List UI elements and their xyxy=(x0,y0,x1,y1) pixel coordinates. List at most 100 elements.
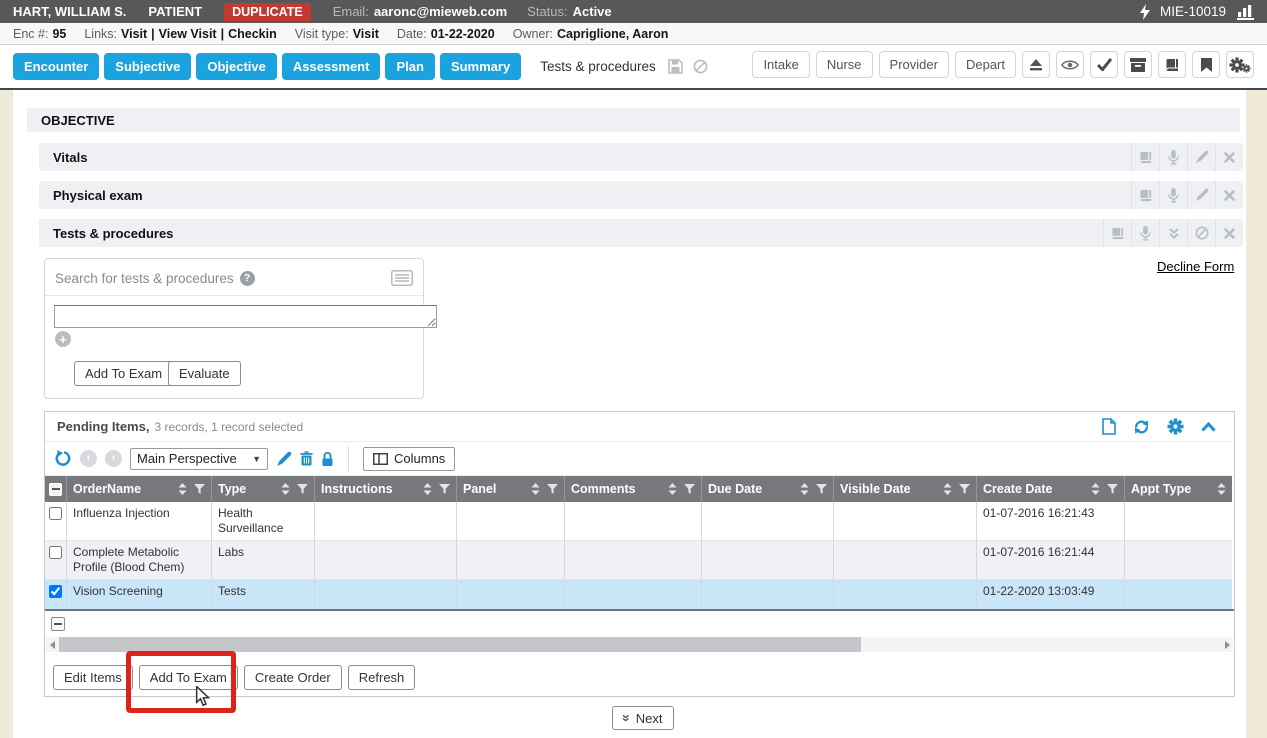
list-icon[interactable] xyxy=(391,270,413,286)
check-button[interactable] xyxy=(1090,51,1118,78)
scrollbar-thumb[interactable] xyxy=(59,637,861,652)
search-add-to-exam-button[interactable]: Add To Exam xyxy=(74,361,173,386)
visit-type-label: Visit type: xyxy=(295,27,349,41)
help-icon[interactable]: ? xyxy=(240,271,255,286)
objective-section-header[interactable]: OBJECTIVE xyxy=(27,108,1240,132)
physical-exam-dictate-button[interactable] xyxy=(1159,181,1187,209)
save-icon[interactable] xyxy=(668,59,683,74)
next-button-label: Next xyxy=(636,711,663,726)
chevron-up-icon[interactable] xyxy=(1201,422,1216,432)
archive-button[interactable] xyxy=(1124,51,1152,78)
stage-depart-button[interactable]: Depart xyxy=(955,51,1016,78)
cell-appt-type xyxy=(1125,580,1232,609)
tab-objective[interactable]: Objective xyxy=(196,53,277,80)
link-visit[interactable]: Visit xyxy=(121,27,147,41)
table-row[interactable]: Influenza Injection Health Surveillance … xyxy=(45,502,1232,541)
physical-exam-panel-header[interactable]: Physical exam xyxy=(39,181,1243,209)
column-header-type[interactable]: Type xyxy=(212,476,315,502)
row-checkbox[interactable] xyxy=(49,507,62,520)
tests-book-button[interactable] xyxy=(1103,219,1131,247)
enc-number: 95 xyxy=(52,27,66,41)
refresh-button[interactable]: Refresh xyxy=(348,665,416,690)
scroll-right-icon[interactable] xyxy=(1221,637,1233,652)
vitals-dictate-button[interactable] xyxy=(1159,143,1187,171)
column-header-comments[interactable]: Comments xyxy=(565,476,702,502)
stage-nurse-button[interactable]: Nurse xyxy=(816,51,873,78)
close-icon xyxy=(1224,152,1235,163)
add-to-exam-button[interactable]: Add To Exam xyxy=(139,665,238,690)
columns-button[interactable]: Columns xyxy=(363,447,455,471)
new-document-icon[interactable] xyxy=(1102,418,1116,435)
gear-icon[interactable] xyxy=(1167,418,1184,435)
gears-icon xyxy=(1229,56,1251,74)
vitals-book-button[interactable] xyxy=(1131,143,1159,171)
book-icon xyxy=(1139,189,1153,202)
column-header-create-date[interactable]: Create Date xyxy=(977,476,1125,502)
undo-icon[interactable] xyxy=(55,450,72,467)
column-header-ordername[interactable]: OrderName xyxy=(67,476,212,502)
book-icon xyxy=(1165,58,1180,72)
column-header-appt-type[interactable]: Appt Type xyxy=(1125,476,1232,502)
decline-form-link[interactable]: Decline Form xyxy=(1157,259,1234,274)
cancel-icon[interactable] xyxy=(693,59,708,74)
next-icon[interactable]: › xyxy=(105,450,122,467)
physical-exam-edit-button[interactable] xyxy=(1187,181,1215,209)
vitals-edit-button[interactable] xyxy=(1187,143,1215,171)
tests-collapse-button[interactable] xyxy=(1159,219,1187,247)
tab-encounter[interactable]: Encounter xyxy=(13,53,99,80)
column-header-visible-date[interactable]: Visible Date xyxy=(834,476,977,502)
table-row[interactable]: Complete Metabolic Profile (Blood Chem) … xyxy=(45,541,1232,580)
create-order-button[interactable]: Create Order xyxy=(244,665,342,690)
eject-button[interactable] xyxy=(1022,51,1050,78)
physical-exam-close-button[interactable] xyxy=(1215,181,1243,209)
row-checkbox[interactable] xyxy=(49,546,62,559)
column-header-due-date[interactable]: Due Date xyxy=(702,476,834,502)
eye-button[interactable] xyxy=(1056,51,1084,78)
duplicate-badge[interactable]: DUPLICATE xyxy=(224,3,311,21)
collapse-group-button[interactable] xyxy=(51,617,65,631)
bar-chart-icon[interactable] xyxy=(1236,4,1255,20)
scroll-left-icon[interactable] xyxy=(46,637,58,652)
link-view-visit[interactable]: View Visit xyxy=(159,27,217,41)
pending-table-header-row: OrderName Type Instructions Panel Commen… xyxy=(45,476,1232,502)
select-all-checkbox[interactable] xyxy=(45,476,67,502)
settings-button[interactable] xyxy=(1226,51,1254,78)
tests-disable-button[interactable] xyxy=(1187,219,1215,247)
cell-create-date: 01-07-2016 16:21:44 xyxy=(977,541,1125,579)
perspective-select[interactable]: Main Perspective ▼ xyxy=(130,448,268,470)
horizontal-scrollbar[interactable] xyxy=(46,637,1233,652)
column-header-instructions[interactable]: Instructions xyxy=(315,476,457,502)
date-label: Date: xyxy=(397,27,427,41)
prev-icon[interactable]: ‹ xyxy=(80,450,97,467)
patient-name[interactable]: HART, WILLIAM S. xyxy=(13,4,126,19)
tests-dictate-button[interactable] xyxy=(1131,219,1159,247)
table-row-selected[interactable]: Vision Screening Tests 01-22-2020 13:03:… xyxy=(45,580,1232,609)
bookmark-button[interactable] xyxy=(1192,51,1220,78)
tests-search-input[interactable] xyxy=(54,305,437,328)
next-button[interactable]: » Next xyxy=(612,706,674,730)
row-checkbox[interactable] xyxy=(49,585,62,598)
tests-close-button[interactable] xyxy=(1215,219,1243,247)
add-icon[interactable]: + xyxy=(55,331,71,347)
column-header-panel[interactable]: Panel xyxy=(457,476,565,502)
link-checkin[interactable]: Checkin xyxy=(228,27,277,41)
tab-plan[interactable]: Plan xyxy=(385,53,434,80)
tab-subjective[interactable]: Subjective xyxy=(104,53,191,80)
tests-procedures-panel-header[interactable]: Tests & procedures xyxy=(39,219,1243,247)
filter-icon xyxy=(816,484,827,494)
vitals-close-button[interactable] xyxy=(1215,143,1243,171)
physical-exam-book-button[interactable] xyxy=(1131,181,1159,209)
edit-perspective-icon[interactable] xyxy=(276,451,292,467)
tab-assessment[interactable]: Assessment xyxy=(282,53,381,80)
lock-icon[interactable] xyxy=(321,451,334,467)
refresh-icon[interactable] xyxy=(1133,419,1150,435)
stage-intake-button[interactable]: Intake xyxy=(752,51,809,78)
edit-items-button[interactable]: Edit Items xyxy=(53,665,133,690)
lightning-icon[interactable] xyxy=(1140,4,1150,20)
tab-summary[interactable]: Summary xyxy=(440,53,521,80)
vitals-panel-header[interactable]: Vitals xyxy=(39,143,1243,171)
trash-icon[interactable] xyxy=(300,451,313,466)
evaluate-button[interactable]: Evaluate xyxy=(168,361,241,386)
stage-provider-button[interactable]: Provider xyxy=(879,51,949,78)
book-button[interactable] xyxy=(1158,51,1186,78)
